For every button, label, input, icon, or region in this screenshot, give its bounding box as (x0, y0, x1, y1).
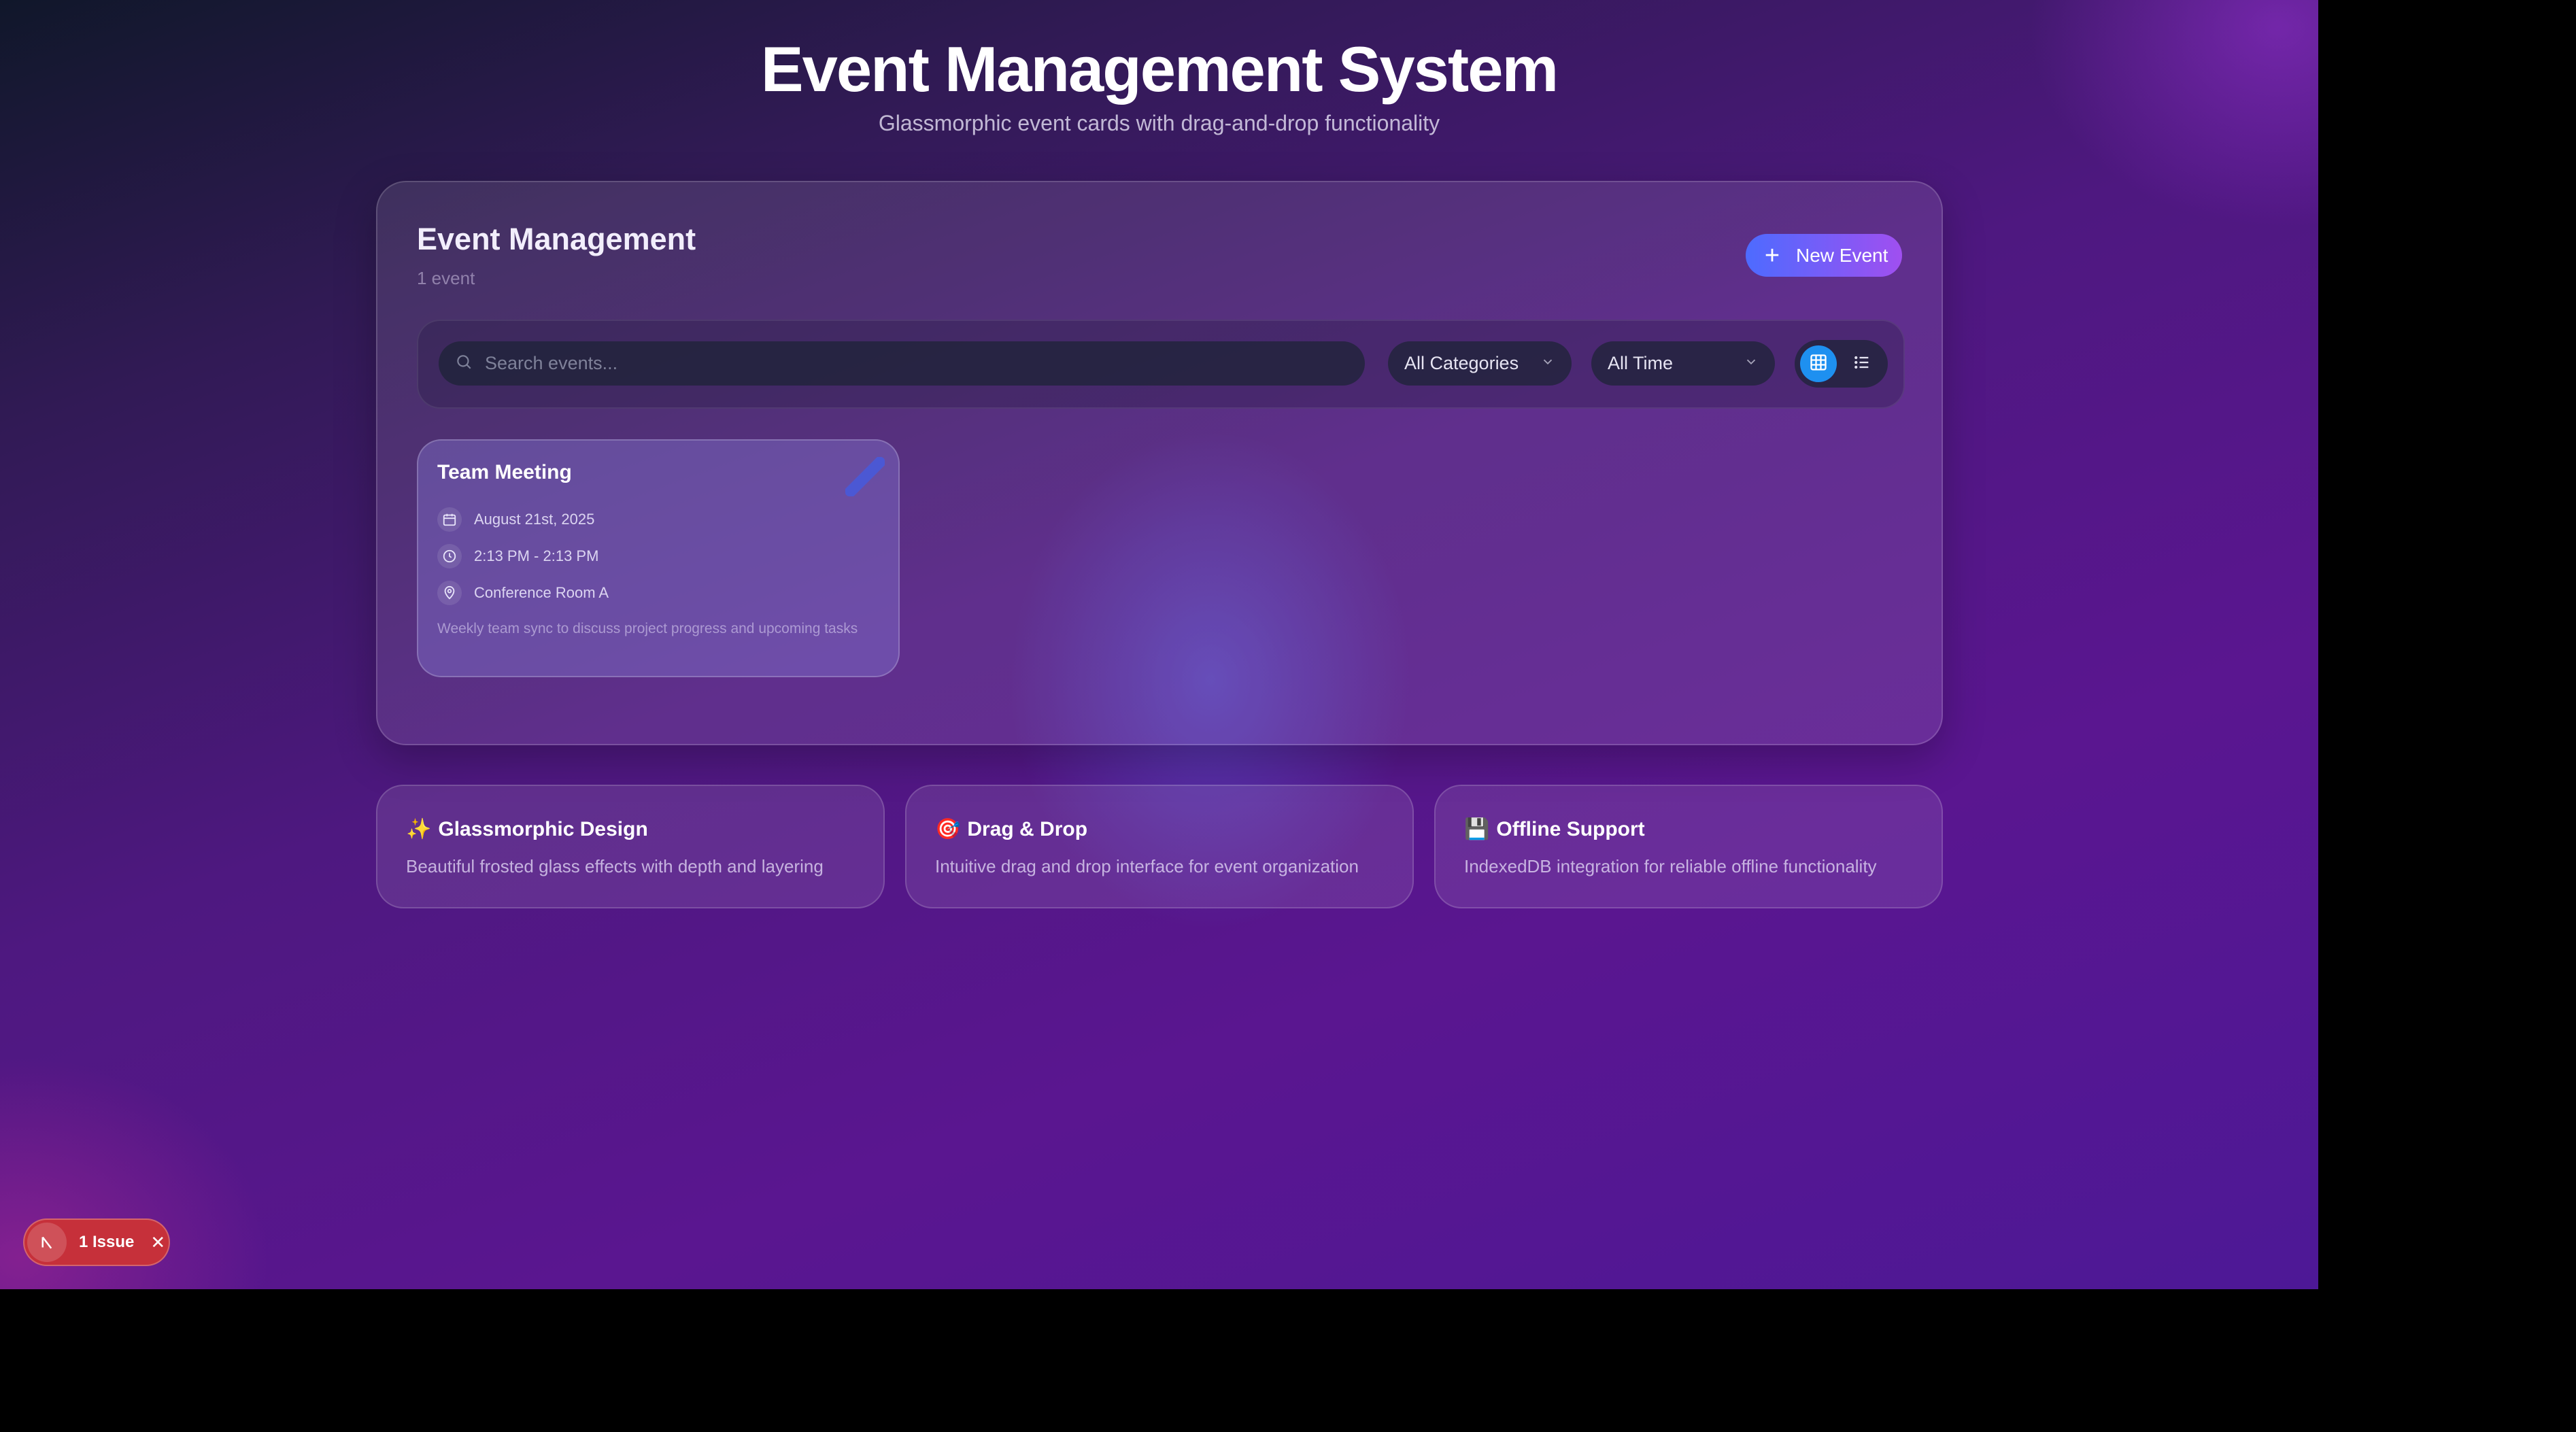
new-event-label: New Event (1796, 244, 1888, 266)
feature-card-offline: 💾 Offline Support IndexedDB integration … (1434, 785, 1943, 908)
category-select[interactable]: All Categories (1388, 341, 1572, 386)
grid-icon (1809, 353, 1828, 375)
feature-description: IndexedDB integration for reliable offli… (1464, 856, 1877, 876)
issues-count: 1 Issue (79, 1233, 135, 1251)
sparkles-icon: ✨ (406, 818, 432, 840)
plus-icon: + (1764, 241, 1780, 270)
feature-title: Offline Support (1496, 817, 1645, 840)
map-pin-icon (437, 581, 462, 605)
time-select[interactable]: All Time (1591, 341, 1775, 386)
floppy-disk-icon: 💾 (1464, 818, 1490, 840)
chevron-down-icon (1744, 353, 1759, 374)
category-select-value: All Categories (1404, 353, 1519, 373)
target-icon: 🎯 (935, 818, 961, 840)
event-location-row: Conference Room A (437, 579, 609, 607)
feature-description: Beautiful frosted glass effects with dep… (406, 856, 824, 876)
filter-bar: All Categories All Time (417, 320, 1905, 409)
event-card[interactable]: Team Meeting August 21st, 2025 2:13 PM -… (417, 439, 900, 677)
event-date: August 21st, 2025 (474, 511, 595, 528)
event-date-row: August 21st, 2025 (437, 506, 594, 533)
app-viewport: Event Management System Glassmorphic eve… (0, 0, 2318, 1289)
event-description: Weekly team sync to discuss project prog… (437, 621, 858, 636)
event-title: Team Meeting (437, 461, 572, 483)
feature-description: Intuitive drag and drop interface for ev… (935, 856, 1359, 876)
search-box[interactable] (439, 341, 1365, 386)
grid-view-button[interactable] (1800, 345, 1837, 382)
list-icon (1852, 353, 1871, 375)
search-icon (455, 353, 473, 374)
new-event-button[interactable]: + New Event (1746, 234, 1902, 277)
feature-title: Drag & Drop (967, 817, 1088, 840)
issues-badge[interactable]: 1 Issue ✕ (23, 1218, 170, 1266)
calendar-icon (437, 507, 462, 532)
time-select-value: All Time (1608, 353, 1674, 373)
event-time-row: 2:13 PM - 2:13 PM (437, 543, 598, 570)
feature-title: Glassmorphic Design (438, 817, 648, 840)
feature-card-drag-drop: 🎯 Drag & Drop Intuitive drag and drop in… (905, 785, 1414, 908)
event-time: 2:13 PM - 2:13 PM (474, 547, 599, 564)
feature-card-glassmorphic: ✨ Glassmorphic Design Beautiful frosted … (376, 785, 885, 908)
list-view-button[interactable] (1844, 345, 1880, 382)
event-location: Conference Room A (474, 584, 609, 601)
chevron-down-icon (1540, 353, 1555, 374)
close-icon[interactable]: ✕ (150, 1232, 165, 1253)
event-management-panel: Event Management 1 event + New Event All… (376, 181, 1943, 745)
clock-icon (437, 544, 462, 568)
panel-title: Event Management (417, 222, 696, 256)
event-count: 1 event (417, 268, 475, 288)
nextjs-logo-icon (27, 1223, 67, 1262)
view-toggle (1795, 340, 1888, 388)
page-subtitle: Glassmorphic event cards with drag-and-d… (878, 111, 1440, 135)
page-title: Event Management System (760, 33, 1559, 105)
search-input[interactable] (485, 353, 1342, 374)
category-ribbon-icon (845, 457, 885, 496)
